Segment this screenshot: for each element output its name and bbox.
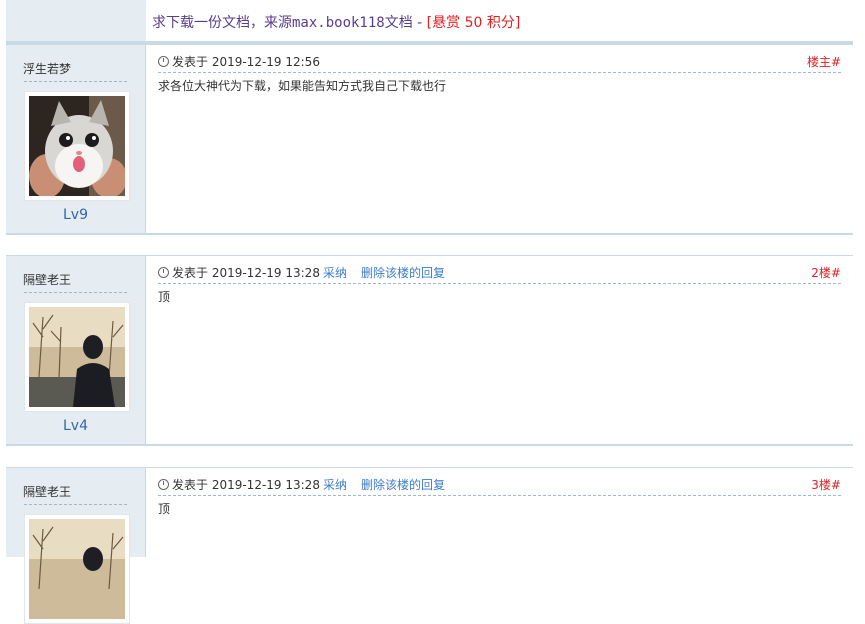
post-meta: 发表于 2019-12-19 13:28 采纳 删除该楼的回复 3楼# [158, 476, 841, 496]
post-author-panel: 浮生若梦 Lv9 [6, 45, 146, 233]
thread-title-row: 求下载一份文档，来源max.book118文档 - [悬赏 50 积分] [6, 0, 853, 44]
floor-label: 3楼# [811, 478, 841, 492]
post-meta: 发表于 2019-12-19 12:56 楼主# [158, 53, 841, 73]
thread-title-tail: 文档 - [384, 15, 427, 31]
avatar[interactable] [24, 302, 130, 412]
post-1: 浮生若梦 Lv9 发表于 2019-12-19 12:56 楼主# 求各位大神代… [6, 44, 853, 236]
floor-label: 2楼# [811, 266, 841, 280]
post-content: 顶 [158, 502, 171, 516]
post-author-panel: 隔壁老王 [6, 468, 146, 624]
post-time: 发表于 2019-12-19 12:56 [172, 55, 320, 69]
accept-link[interactable]: 采纳 [323, 266, 347, 280]
post-body: 发表于 2019-12-19 13:28 采纳 删除该楼的回复 2楼# 顶 [146, 256, 853, 444]
floor-label: 楼主# [806, 55, 841, 69]
post-body: 发表于 2019-12-19 13:28 采纳 删除该楼的回复 3楼# 顶 [146, 468, 853, 557]
post-body: 发表于 2019-12-19 12:56 楼主# 求各位大神代为下载，如果能告知… [146, 45, 853, 233]
post-content: 求各位大神代为下载，如果能告知方式我自己下载也行 [158, 79, 447, 93]
user-level: Lv4 [63, 418, 88, 434]
post-author-panel: 隔壁老王 Lv4 [6, 256, 146, 444]
post-time: 发表于 2019-12-19 13:28 [172, 266, 320, 280]
avatar[interactable] [24, 91, 130, 201]
post-content: 顶 [158, 290, 171, 304]
accept-link[interactable]: 采纳 [323, 478, 347, 492]
thread-title-text: 求下载一份文档，来源 [152, 15, 292, 31]
author-name[interactable]: 隔壁老王 [23, 271, 71, 288]
divider [24, 292, 127, 293]
reward-badge: [悬赏 50 积分] [426, 15, 521, 31]
man-avatar-image [29, 519, 125, 619]
user-level: Lv9 [63, 207, 88, 223]
man-avatar-image [29, 307, 125, 407]
post-3: 隔壁老王 发表于 2019-12-19 13:28 采纳 删除该楼的回复 3楼# 顶 [6, 467, 853, 624]
thread-title-source: max.book118 [292, 15, 385, 31]
post-gap [6, 446, 853, 466]
post-gap [6, 235, 853, 255]
clock-icon [158, 479, 169, 490]
avatar[interactable] [24, 514, 130, 624]
title-left-cell [6, 0, 146, 41]
post-2: 隔壁老王 Lv4 发表于 2019-12-19 13:28 采纳 删除该楼的回复… [6, 255, 853, 447]
clock-icon [158, 267, 169, 278]
thread-title: 求下载一份文档，来源max.book118文档 - [悬赏 50 积分] [146, 0, 853, 41]
author-name[interactable]: 浮生若梦 [23, 60, 71, 77]
post-time: 发表于 2019-12-19 13:28 [172, 478, 320, 492]
divider [24, 504, 127, 505]
delete-reply-link[interactable]: 删除该楼的回复 [361, 478, 445, 492]
clock-icon [158, 56, 169, 67]
post-meta: 发表于 2019-12-19 13:28 采纳 删除该楼的回复 2楼# [158, 264, 841, 284]
delete-reply-link[interactable]: 删除该楼的回复 [361, 266, 445, 280]
divider [24, 81, 127, 82]
cat-avatar-image [29, 96, 125, 196]
author-name[interactable]: 隔壁老王 [23, 483, 71, 500]
